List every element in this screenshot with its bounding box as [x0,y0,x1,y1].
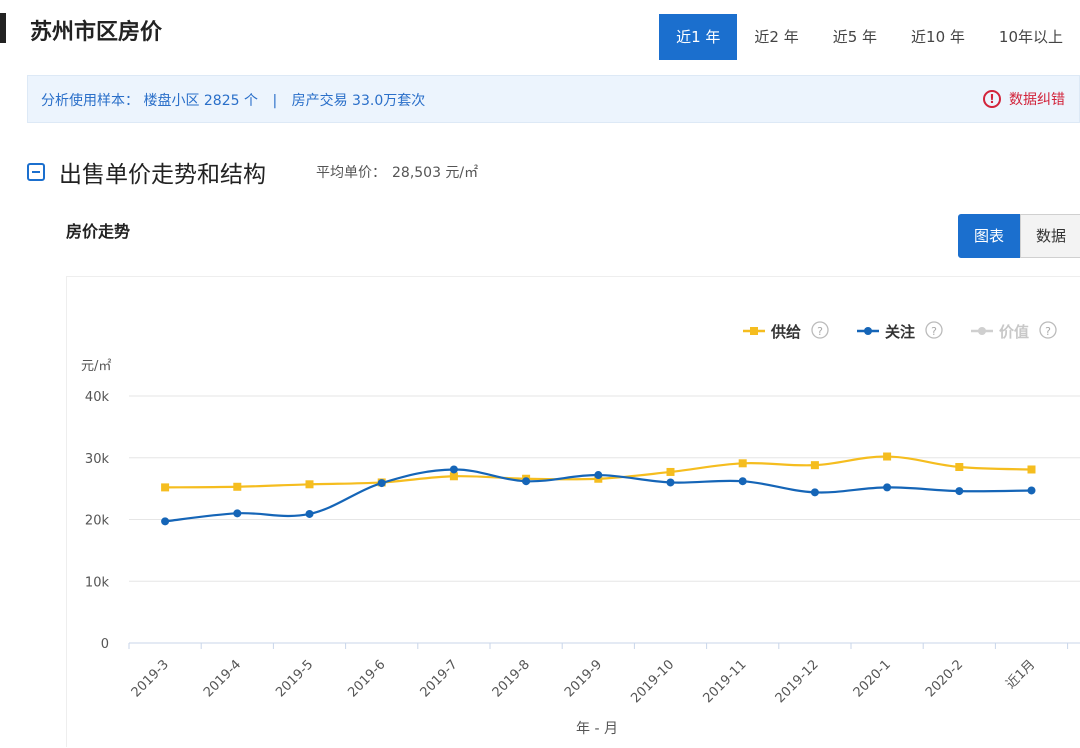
x-tick-label: 2019-9 [562,657,605,700]
y-tick-label: 20k [85,514,110,529]
x-axis-title: 年 - 月 [576,721,618,737]
x-tick-label: 2019-7 [418,657,461,700]
y-unit-label: 元/㎡ [81,359,111,374]
legend-marker [750,327,758,335]
data-point [666,467,675,476]
legend-marker [978,327,986,335]
tab-10-years[interactable]: 近10 年 [894,14,982,60]
chart-view-button[interactable]: 图表 [958,214,1021,258]
alert-circle-icon: ! [983,90,1001,108]
data-point [955,463,964,472]
x-tick-label: 2019-6 [345,657,388,700]
x-tick-label: 2019-10 [628,657,677,706]
sample-info-text: 分析使用样本： 楼盘小区 2825 个 | 房产交易 33.0万套次 [41,90,425,110]
data-point [594,471,603,480]
x-tick-label: 近1月 [1003,657,1038,692]
data-point [955,487,964,496]
series-attention [161,465,1036,526]
period-tabs: 近1 年 近2 年 近5 年 近10 年 10年以上 [659,14,1080,60]
data-view-button[interactable]: 数据 [1020,214,1080,258]
data-point [883,452,892,461]
data-point [449,465,458,474]
legend-label: 供给 [770,323,801,341]
data-point [1027,486,1036,495]
data-point [738,477,747,486]
y-tick-label: 10k [85,575,110,590]
avg-price-label: 平均单价： [316,165,386,181]
info-separator: | [272,93,278,109]
page-title: 苏州市区房价 [30,20,163,45]
data-point [233,482,242,491]
legend-item[interactable]: 价值? [971,321,1057,341]
tab-1-year[interactable]: 近1 年 [659,14,738,60]
data-point [305,480,314,489]
y-tick-label: 0 [101,637,109,652]
help-icon-glyph: ? [817,325,823,338]
x-tick-label: 2020-1 [851,657,894,700]
legend-marker [864,327,872,335]
x-tick-label: 2019-12 [773,657,822,706]
tab-10-plus-years[interactable]: 10年以上 [982,14,1080,60]
data-point [883,483,892,492]
data-point [810,488,819,497]
transaction-count: 房产交易 33.0万套次 [291,93,426,109]
sample-info-bar: 分析使用样本： 楼盘小区 2825 个 | 房产交易 33.0万套次 ! 数据纠… [27,75,1080,123]
tab-5-years[interactable]: 近5 年 [816,14,894,60]
title-accent-bar [0,13,6,43]
section-title: 出售单价走势和结构 [59,162,266,188]
x-tick-label: 2019-3 [129,657,172,700]
data-point [305,509,314,518]
data-point [161,483,170,492]
help-icon-glyph: ? [931,325,937,338]
x-tick-label: 2019-11 [701,657,750,706]
legend-item[interactable]: 关注? [857,321,943,341]
x-tick-label: 2019-4 [201,657,244,700]
error-report-link[interactable]: ! 数据纠错 [983,89,1065,109]
y-tick-label: 30k [85,452,110,467]
view-toggle: 图表 数据 [958,214,1080,258]
chart-container: 0 10k 20k 30k 40k 元/㎡ 2019-3 2019-4 2019-5 2019-6… [66,276,1080,747]
section-header: 出售单价走势和结构 平均单价： 28,503 元/㎡ [27,155,478,189]
x-tick-label: 2019-5 [273,657,316,700]
data-point [161,517,170,526]
avg-price-value: 28,503 元/㎡ [392,165,479,181]
data-point [738,459,747,468]
sample-label: 分析使用样本： [41,93,139,109]
data-point [522,477,531,486]
price-trend-chart: 0 10k 20k 30k 40k 元/㎡ 2019-3 2019-4 2019-5 2019-6… [81,321,1080,737]
data-point [666,478,675,487]
legend-label: 价值 [999,323,1029,341]
chart-section-title: 房价走势 [66,222,131,241]
tab-2-years[interactable]: 近2 年 [737,14,815,60]
data-point [377,479,386,488]
error-report-label: 数据纠错 [1009,92,1065,108]
x-tick-label: 2020-2 [923,657,966,700]
community-count: 楼盘小区 2825 个 [143,93,258,109]
data-point [810,461,819,470]
collapse-icon[interactable] [27,163,45,181]
x-tick-label: 2019-8 [490,657,533,700]
data-point [1027,465,1036,474]
legend-item[interactable]: 供给? [743,321,829,341]
legend-label: 关注 [885,323,915,341]
data-point [233,509,242,518]
y-tick-label: 40k [85,390,110,405]
help-icon-glyph: ? [1045,325,1051,338]
